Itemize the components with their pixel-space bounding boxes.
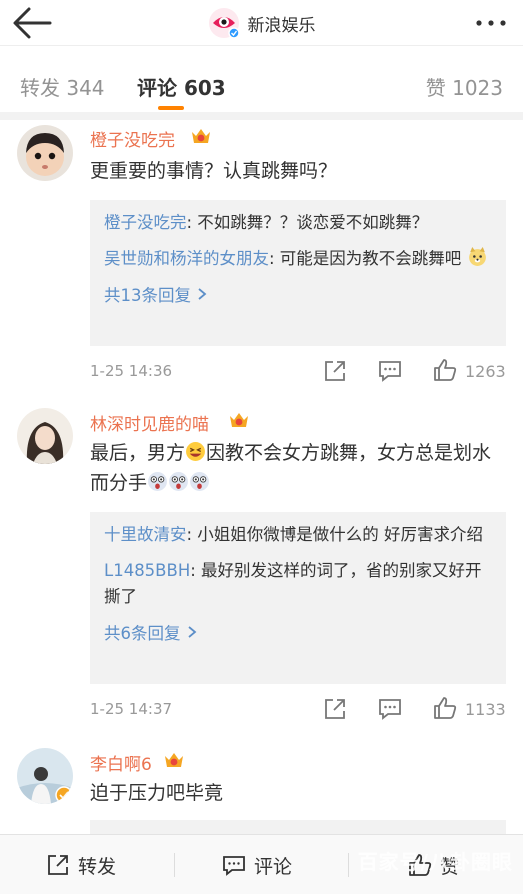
doge-emoji-icon [468,247,486,266]
comment-icon [223,856,245,876]
reply-username[interactable]: 十里故清安 [104,525,187,544]
shocked-emoji-icon [169,472,188,491]
reply-text: : 可能是因为教不会跳舞吧 [269,249,462,268]
reply-box[interactable]: 十里故清安: 小姐姐你微博是做什么的 好厉害求介绍 L1485BBH: 最好别发… [90,512,506,684]
vip-crown-icon [230,413,248,427]
more-button[interactable] [473,12,509,34]
watermark: 百家号/八卦圈眼 [357,850,513,874]
tab-comments-label: 评论 [137,76,177,100]
comment-username[interactable]: 橙子没吃完 [90,126,175,151]
laughing-emoji-icon [186,442,205,461]
view-all-replies-label: 共6条回复 [104,624,181,643]
comment-button[interactable]: 评论 [222,835,292,894]
comment-label: 评论 [254,855,293,878]
avatar[interactable] [17,408,73,464]
tab-likes-count: 1023 [452,76,503,100]
page-title: 新浪娱乐 [247,15,316,36]
baby-avatar-image [17,125,73,181]
reply-text: : 小姐姐你微博是做什么的 好厉害求介绍 [186,525,484,544]
chevron-right-icon [198,288,207,300]
comment-text-part: 最后，男方 [90,442,186,464]
reply-box[interactable]: 橙子没吃完: 不如跳舞？？谈恋爱不如跳舞？ 吴世勋和杨洋的女朋友: 可能是因为教… [90,200,506,346]
reply-username[interactable]: 吴世勋和杨洋的女朋友 [104,249,269,268]
comment-text: 最后，男方 因教不会女方跳舞，女方总是划水而分手 [90,438,510,498]
tab-likes[interactable]: 赞 1023 [426,72,503,101]
shocked-emoji-icon [190,472,209,491]
view-all-replies-link[interactable]: 共13条回复 [104,282,207,306]
comment-text: 迫于压力吧毕竟 [90,782,224,804]
thumbs-up-icon[interactable] [432,357,458,383]
comment-username[interactable]: 李白啊6 [90,750,152,775]
reply-item: 橙子没吃完: 不如跳舞？？谈恋爱不如跳舞？ [104,210,492,236]
reply-text: : 不如跳舞？？谈恋爱不如跳舞？ [186,213,429,232]
vip-crown-icon [165,753,183,767]
repost-button[interactable]: 转发 [46,835,116,894]
page-title-group: 新浪娱乐 [0,6,523,40]
reply-comment-icon[interactable] [377,696,403,722]
shocked-emoji-icon [148,472,167,491]
girl-avatar-image [17,408,73,464]
tab-comments[interactable]: 评论 603 [137,72,226,101]
top-nav-bar: 新浪娱乐 [0,0,523,46]
view-all-replies-label: 共13条回复 [104,286,191,305]
vip-crown-icon [192,129,210,143]
view-all-replies-link[interactable]: 共6条回复 [104,620,197,644]
reply-item: L1485BBH: 最好别发这样的词了，省的别家又好开撕了 [104,558,492,610]
repost-label: 转发 [78,855,117,878]
comment-username[interactable]: 林深时见鹿的喵 [90,410,209,435]
avatar[interactable] [17,748,73,804]
reply-comment-icon[interactable] [377,358,403,384]
like-count: 1263 [465,362,506,381]
comment-text: 更重要的事情？认真跳舞吗？ [90,160,338,182]
comment-timestamp: 1-25 14:36 [90,362,173,380]
chevron-right-icon [187,626,196,638]
thumbs-up-icon[interactable] [432,695,458,721]
tab-repost-count: 344 [66,76,105,100]
comment-tabs: 转发 344 评论 603 赞 1023 [0,46,523,112]
comment-timestamp: 1-25 14:37 [90,700,173,718]
tab-repost-label: 转发 [20,76,60,100]
divider [348,853,349,877]
reply-item: 吴世勋和杨洋的女朋友: 可能是因为教不会跳舞吧 [104,246,492,272]
repost-icon [48,855,68,875]
avatar[interactable] [17,125,73,181]
verified-badge-icon [55,786,73,804]
tab-comments-count: 603 [183,76,226,100]
tab-repost[interactable]: 转发 344 [20,72,105,101]
share-icon[interactable] [322,358,348,384]
sina-eye-logo-icon [208,8,240,39]
reply-username[interactable]: L1485BBH [104,561,190,580]
reply-username[interactable]: 橙子没吃完 [104,213,187,232]
sina-entertainment-avatar[interactable] [208,7,240,39]
more-dots-icon [476,20,506,26]
like-count: 1133 [465,700,506,719]
tab-likes-label: 赞 [425,76,446,100]
active-tab-indicator [158,106,184,110]
divider [174,853,175,877]
section-divider [0,112,523,120]
share-icon[interactable] [322,696,348,722]
reply-item: 十里故清安: 小姐姐你微博是做什么的 好厉害求介绍 [104,522,492,548]
